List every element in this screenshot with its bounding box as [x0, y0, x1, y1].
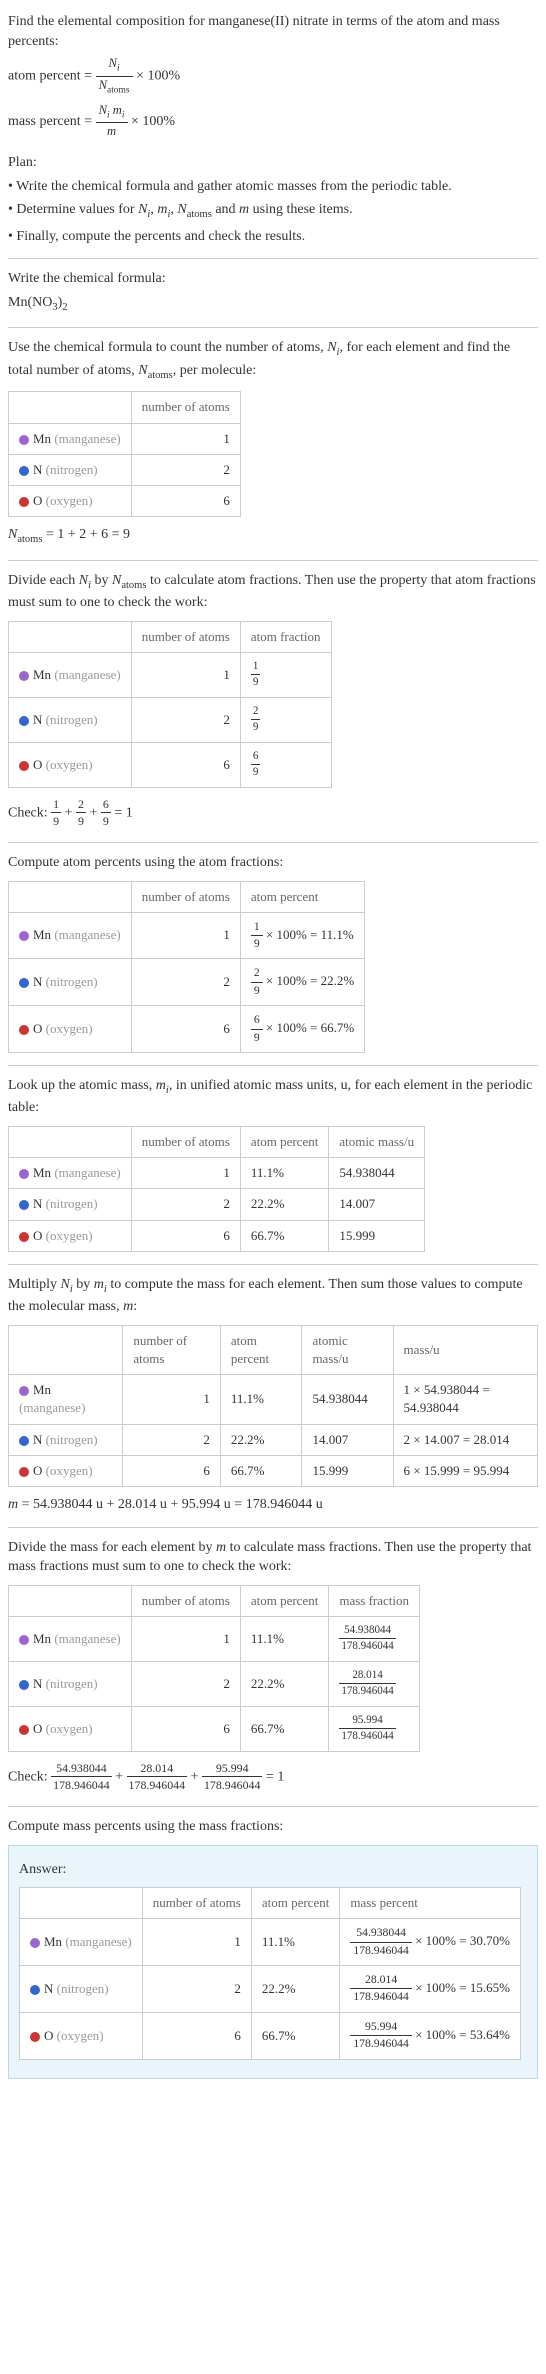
table-row: N (nitrogen)222.2%28.014178.946044 × 100… [20, 1966, 521, 2013]
table-row: N (nitrogen)222.2%14.0072 × 14.007 = 28.… [9, 1424, 538, 1455]
dot-icon [19, 1635, 29, 1645]
formula-section: Write the chemical formula: Mn(NO3)2 [8, 269, 538, 315]
table-row: Mn (manganese)111.1%54.938044 [9, 1158, 425, 1189]
plan-bullet-2: • Determine values for Ni, mi, Natoms an… [8, 200, 538, 222]
table-row: Mn (manganese)111.1%54.938044178.946044 [9, 1616, 420, 1661]
dot-icon [19, 671, 29, 681]
table-row: O (oxygen)669 × 100% = 66.7% [9, 1006, 365, 1053]
table-row: Mn (manganese)119 × 100% = 11.1% [9, 912, 365, 959]
divider [8, 560, 538, 561]
atomfrac-check: Check: 19 + 29 + 69 = 1 [8, 796, 538, 830]
divider [8, 327, 538, 328]
dot-icon [19, 761, 29, 771]
massfrac-heading: Divide the mass for each element by m to… [8, 1538, 538, 1577]
massfrac-check: Check: 54.938044178.946044 + 28.014178.9… [8, 1760, 538, 1794]
dot-icon [19, 716, 29, 726]
table-row: O (oxygen)6 [9, 485, 241, 516]
table-row: N (nitrogen)229 × 100% = 22.2% [9, 959, 365, 1006]
dot-icon [19, 1025, 29, 1035]
dot-icon [19, 1436, 29, 1446]
atom-percent-table: number of atomsatom percent Mn (manganes… [8, 881, 365, 1053]
table-row: Mn (manganese)111.1%54.938044178.946044 … [20, 1919, 521, 1966]
dot-icon [19, 497, 29, 507]
atompct-heading: Compute atom percents using the atom fra… [8, 853, 538, 873]
times-100-b: × 100% [131, 114, 175, 129]
mass-pct-label: mass percent = [8, 114, 92, 129]
dot-icon [19, 466, 29, 476]
dot-icon [19, 931, 29, 941]
mass-fraction-section: Divide the mass for each element by m to… [8, 1538, 538, 1794]
table-row: Mn (manganese)111.1%54.9380441 × 54.9380… [9, 1375, 538, 1424]
answer-table: number of atomsatom percentmass percent … [19, 1887, 521, 2059]
mass-fraction-table: number of atomsatom percentmass fraction… [8, 1585, 420, 1752]
count-heading: Use the chemical formula to count the nu… [8, 338, 538, 383]
dot-icon [19, 1467, 29, 1477]
intro-section: Find the elemental composition for manga… [8, 12, 538, 141]
table-row: O (oxygen)669 [9, 742, 332, 787]
table-row: Mn (manganese)1 [9, 423, 241, 454]
divider [8, 1065, 538, 1066]
dot-icon [30, 2032, 40, 2042]
atomic-mass-section: Look up the atomic mass, mi, in unified … [8, 1076, 538, 1252]
molmass-total: m = 54.938044 u + 28.014 u + 95.994 u = … [8, 1495, 538, 1515]
times-100: × 100% [136, 69, 180, 84]
molecular-mass-table: number of atomsatom percentatomic mass/u… [8, 1325, 538, 1487]
table-row: N (nitrogen)222.2%14.007 [9, 1189, 425, 1220]
table-row: O (oxygen)666.7%15.999 [9, 1220, 425, 1251]
atom-fraction-section: Divide each Ni by Natoms to calculate at… [8, 571, 538, 830]
atom-percent-formula: atom percent = NiNatoms × 100% [8, 55, 538, 98]
molecular-mass-section: Multiply Ni by mi to compute the mass fo… [8, 1275, 538, 1515]
answer-label: Answer: [19, 1860, 527, 1880]
atomfrac-heading: Divide each Ni by Natoms to calculate at… [8, 571, 538, 613]
atom-fraction-table: number of atomsatom fraction Mn (mangane… [8, 621, 332, 788]
table-row: N (nitrogen)2 [9, 454, 241, 485]
table-row: O (oxygen)666.7%95.994178.946044 [9, 1706, 420, 1751]
atom-pct-fraction: NiNatoms [96, 55, 133, 98]
table-row: N (nitrogen)229 [9, 697, 332, 742]
masspct-heading: Compute mass percents using the mass fra… [8, 1817, 538, 1837]
count-section: Use the chemical formula to count the nu… [8, 338, 538, 547]
answer-box: Answer: number of atomsatom percentmass … [8, 1845, 538, 2079]
divider [8, 1806, 538, 1807]
count-table: number of atoms Mn (manganese)1 N (nitro… [8, 391, 241, 517]
mass-percent-section: Compute mass percents using the mass fra… [8, 1817, 538, 2079]
plan-bullet-1: • Write the chemical formula and gather … [8, 177, 538, 197]
divider [8, 258, 538, 259]
formula-heading: Write the chemical formula: [8, 269, 538, 289]
col-number-of-atoms: number of atoms [131, 392, 240, 423]
atom-percent-section: Compute atom percents using the atom fra… [8, 853, 538, 1053]
atom-pct-label: atom percent = [8, 69, 92, 84]
dot-icon [19, 435, 29, 445]
dot-icon [19, 1725, 29, 1735]
atomic-mass-table: number of atomsatom percentatomic mass/u… [8, 1126, 425, 1252]
table-row: O (oxygen)666.7%95.994178.946044 × 100% … [20, 2012, 521, 2059]
mass-percent-formula: mass percent = Ni mim × 100% [8, 102, 538, 141]
plan-bullet-3: • Finally, compute the percents and chec… [8, 227, 538, 247]
dot-icon [19, 1169, 29, 1179]
mass-pct-fraction: Ni mim [96, 102, 128, 141]
dot-icon [30, 1985, 40, 1995]
table-row: N (nitrogen)222.2%28.014178.946044 [9, 1661, 420, 1706]
table-row: Mn (manganese)119 [9, 652, 332, 697]
chemical-formula: Mn(NO3)2 [8, 293, 538, 315]
plan-heading: Plan: [8, 153, 538, 173]
dot-icon [30, 1938, 40, 1948]
divider [8, 1264, 538, 1265]
table-row: O (oxygen)666.7%15.9996 × 15.999 = 95.99… [9, 1455, 538, 1486]
dot-icon [19, 1386, 29, 1396]
divider [8, 1527, 538, 1528]
divider [8, 842, 538, 843]
intro-text: Find the elemental composition for manga… [8, 12, 538, 51]
dot-icon [19, 1680, 29, 1690]
natoms-total: Natoms = 1 + 2 + 6 = 9 [8, 525, 538, 547]
dot-icon [19, 978, 29, 988]
molmass-heading: Multiply Ni by mi to compute the mass fo… [8, 1275, 538, 1317]
dot-icon [19, 1200, 29, 1210]
atomicmass-heading: Look up the atomic mass, mi, in unified … [8, 1076, 538, 1118]
dot-icon [19, 1232, 29, 1242]
plan-section: Plan: • Write the chemical formula and g… [8, 153, 538, 246]
